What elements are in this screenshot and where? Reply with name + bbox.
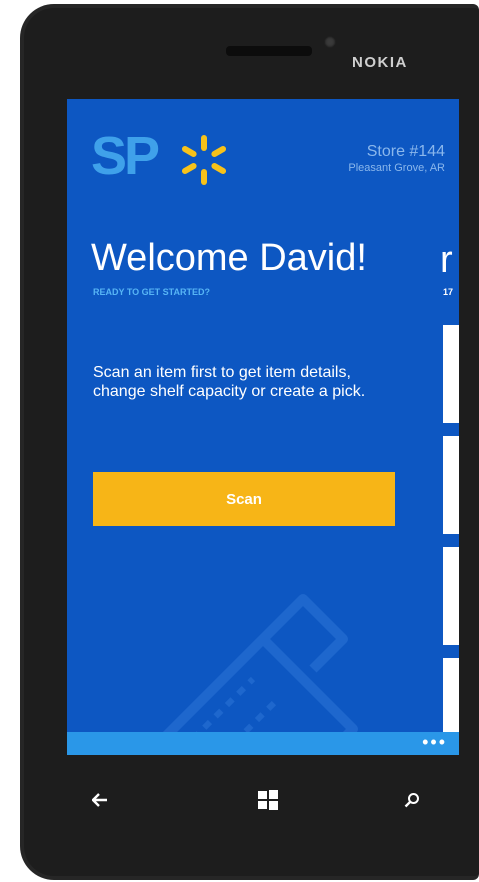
start-button[interactable] — [248, 780, 288, 820]
instruction-text: Scan an item first to get item details, … — [93, 364, 366, 400]
device-brand: NOKIA — [352, 54, 408, 71]
next-pivot-subtitle: 17 — [443, 287, 454, 297]
next-pivot-card[interactable] — [443, 547, 459, 645]
welcome-subtitle: READY TO GET STARTED? — [93, 287, 211, 297]
search-icon — [404, 793, 419, 808]
next-pivot-card[interactable] — [443, 658, 459, 732]
app-screen: SP Store #144 Pleasant Grove, AR Welcome… — [67, 99, 459, 755]
scanner-watermark-icon — [139, 594, 358, 755]
store-location: Pleasant Grove, AR — [348, 162, 445, 174]
store-info: Store #144 Pleasant Grove, AR — [348, 143, 445, 174]
app-logo: SP — [91, 126, 160, 186]
store-number: Store #144 — [366, 143, 445, 160]
more-options-button[interactable]: ••• — [422, 733, 447, 751]
windows-icon — [258, 790, 278, 810]
welcome-title: Welcome David! — [91, 237, 367, 279]
back-button[interactable] — [80, 780, 120, 820]
scan-button[interactable]: Scan — [93, 472, 395, 526]
front-camera — [324, 36, 336, 48]
back-arrow-icon — [92, 793, 107, 807]
search-button[interactable] — [392, 780, 432, 820]
next-pivot-title[interactable]: r — [440, 239, 453, 282]
next-pivot-card[interactable] — [443, 436, 459, 534]
spark-logo-icon — [181, 135, 227, 185]
next-pivot-card[interactable] — [443, 325, 459, 423]
earpiece-speaker — [226, 46, 312, 56]
app-bar[interactable]: ••• — [67, 732, 459, 755]
